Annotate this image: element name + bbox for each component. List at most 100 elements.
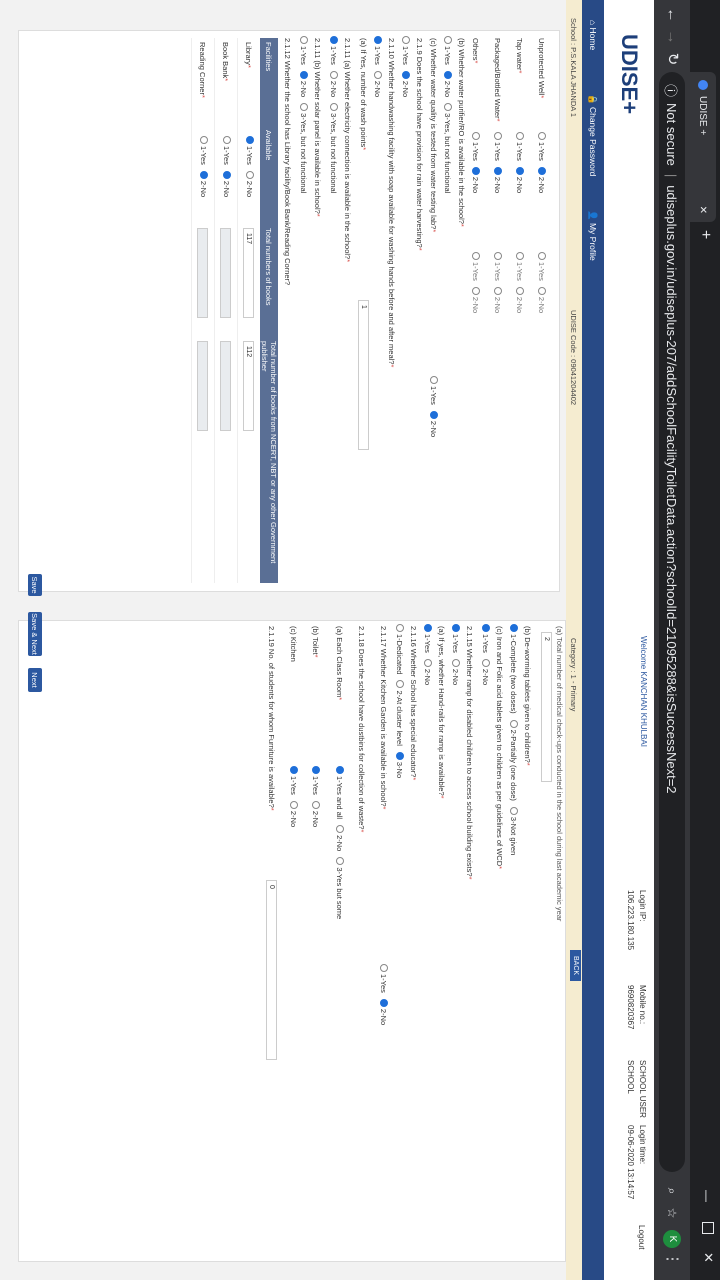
radio-icon[interactable]	[510, 624, 518, 632]
radio-option[interactable]: 1-Yes	[430, 370, 439, 405]
radio-option[interactable]: 2-No	[494, 281, 503, 313]
radio-icon[interactable]	[300, 36, 308, 44]
radio-icon[interactable]	[396, 751, 404, 760]
nav-my-profile[interactable]: 👤 My Profile	[587, 210, 598, 261]
radio-icon[interactable]	[472, 252, 480, 260]
logout-link[interactable]: Logout	[637, 1225, 646, 1249]
radio-option[interactable]: 1-Yes	[482, 618, 491, 653]
new-tab-icon[interactable]: +	[696, 230, 714, 239]
radio-option[interactable]: 2-No	[472, 161, 481, 193]
radio-option[interactable]: 2-No	[374, 65, 383, 97]
radio-option[interactable]: 1-Yes	[444, 30, 453, 65]
radio-icon[interactable]	[199, 170, 208, 179]
radio-option[interactable]: 2-No	[538, 281, 547, 313]
profile-avatar[interactable]: K	[663, 1230, 681, 1248]
radio-icon[interactable]	[538, 166, 546, 175]
radio-option[interactable]: 1-Yes	[516, 126, 525, 161]
radio-icon[interactable]	[516, 166, 524, 175]
radio-icon[interactable]	[510, 719, 518, 728]
radio-icon[interactable]	[199, 136, 208, 144]
save-next-button[interactable]: Save & Next	[28, 612, 42, 656]
radio-icon[interactable]	[312, 766, 320, 774]
radio-option[interactable]: 1-Yes	[538, 126, 547, 161]
radio-option[interactable]: 1-Yes	[516, 246, 525, 281]
furniture-input[interactable]: 0	[266, 880, 277, 1060]
radio-option[interactable]: 2-No	[482, 653, 491, 685]
medical-checkups-input[interactable]: 2	[541, 632, 552, 782]
radio-icon[interactable]	[300, 70, 308, 79]
radio-icon[interactable]	[538, 132, 546, 140]
back-arrow-icon[interactable]: ←	[659, 4, 685, 26]
radio-icon[interactable]	[538, 286, 546, 295]
total-books-input[interactable]	[197, 228, 209, 318]
radio-option[interactable]: 2-No	[516, 161, 525, 193]
govt-books-input[interactable]	[220, 341, 232, 431]
radio-icon[interactable]	[290, 766, 298, 774]
radio-icon[interactable]	[330, 103, 338, 112]
radio-option[interactable]: 1-Dedicated	[396, 618, 405, 674]
radio-icon[interactable]	[402, 36, 410, 44]
radio-icon[interactable]	[472, 166, 480, 175]
radio-option[interactable]: 1-Yes	[330, 30, 339, 65]
radio-option[interactable]: 1-Yes	[245, 130, 254, 165]
maximize-icon[interactable]	[702, 1222, 714, 1234]
radio-icon[interactable]	[336, 825, 344, 834]
radio-icon[interactable]	[516, 252, 524, 260]
forward-arrow-icon[interactable]: →	[659, 26, 685, 48]
radio-option[interactable]: 2-No	[494, 161, 503, 193]
radio-icon[interactable]	[402, 70, 410, 79]
save-button[interactable]: Save	[28, 574, 42, 596]
radio-option[interactable]: 3-Yes, but not functional	[444, 97, 453, 193]
info-icon[interactable]: ⓘ	[663, 84, 682, 97]
radio-option[interactable]: 2-No	[380, 993, 389, 1025]
total-books-input[interactable]: 117	[243, 228, 255, 318]
radio-option[interactable]: 1-Yes	[312, 760, 321, 795]
radio-icon[interactable]	[290, 800, 298, 809]
reload-icon[interactable]: ↻	[659, 48, 685, 70]
radio-option[interactable]: 2-No	[430, 405, 439, 437]
radio-option[interactable]: 2-No	[444, 65, 453, 97]
radio-option[interactable]: 2-No	[452, 653, 461, 685]
radio-option[interactable]: 1-Yes	[222, 130, 231, 165]
radio-option[interactable]: 1-Yes	[472, 246, 481, 281]
radio-option[interactable]: 1-Yes	[494, 246, 503, 281]
radio-option[interactable]: 2-No	[472, 281, 481, 313]
radio-option[interactable]: 1-Yes	[424, 618, 433, 653]
radio-icon[interactable]	[452, 658, 460, 667]
radio-icon[interactable]	[472, 286, 480, 295]
next-button[interactable]: Next	[28, 668, 42, 692]
radio-option[interactable]: 2-No	[245, 165, 254, 197]
radio-option[interactable]: 3-Not given	[510, 801, 519, 855]
radio-option[interactable]: 3-Yes, but not functional	[330, 97, 339, 193]
radio-option[interactable]: 1-Yes	[300, 30, 309, 65]
radio-icon[interactable]	[472, 132, 480, 140]
radio-option[interactable]: 2-No	[402, 65, 411, 97]
radio-icon[interactable]	[510, 806, 518, 815]
radio-icon[interactable]	[452, 624, 460, 632]
radio-option[interactable]: 1-Yes	[472, 126, 481, 161]
radio-option[interactable]: 2-No	[424, 653, 433, 685]
zoom-icon[interactable]: ⌕	[659, 1180, 685, 1202]
radio-option[interactable]: 3-Yes, but not functional	[300, 97, 309, 193]
radio-icon[interactable]	[444, 103, 452, 112]
radio-icon[interactable]	[538, 252, 546, 260]
radio-option[interactable]: 2-No	[300, 65, 309, 97]
radio-icon[interactable]	[330, 36, 338, 44]
radio-icon[interactable]	[482, 624, 490, 632]
close-tab-icon[interactable]: ✕	[698, 206, 709, 214]
star-icon[interactable]: ☆	[659, 1202, 685, 1224]
radio-icon[interactable]	[444, 70, 452, 79]
radio-icon[interactable]	[424, 624, 432, 632]
radio-option[interactable]: 1-Yes	[494, 126, 503, 161]
radio-icon[interactable]	[430, 410, 438, 419]
radio-icon[interactable]	[516, 286, 524, 295]
govt-books-input[interactable]	[197, 341, 209, 431]
radio-option[interactable]: 2-No	[312, 795, 321, 827]
radio-option[interactable]: 1-Yes	[452, 618, 461, 653]
radio-icon[interactable]	[336, 766, 344, 774]
radio-icon[interactable]	[396, 624, 404, 632]
radio-option[interactable]: 1-Yes and all	[336, 760, 345, 819]
radio-icon[interactable]	[444, 36, 452, 44]
menu-dots-icon[interactable]: ⋮	[659, 1248, 685, 1270]
close-window-icon[interactable]: ✕	[700, 1252, 716, 1263]
